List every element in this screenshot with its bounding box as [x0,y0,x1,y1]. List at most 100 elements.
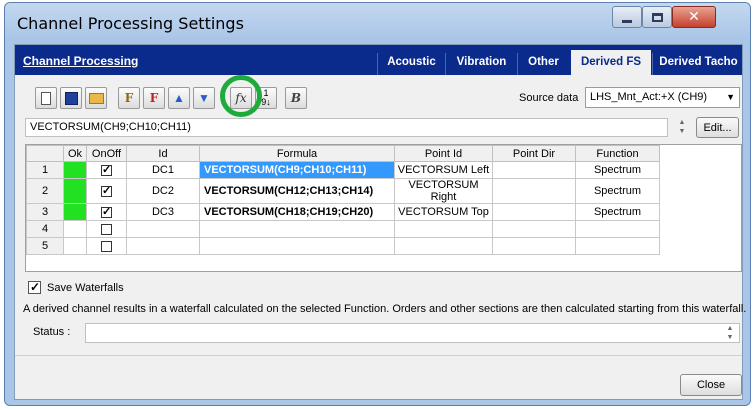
formula-input[interactable]: VECTORSUM(CH9;CH10;CH11) [25,118,668,137]
bold-b-icon: B [290,91,302,105]
point-id-cell[interactable] [394,220,493,238]
formula-spinner[interactable]: ▲ ▼ [675,118,689,137]
save-waterfalls-label[interactable]: Save Waterfalls [47,282,124,294]
point-id-cell[interactable]: VECTORSUM Left [394,161,493,179]
formula-cell[interactable]: VECTORSUM(CH9;CH10;CH11) [199,161,395,179]
id-cell[interactable] [126,220,200,238]
onoff-checkbox[interactable] [101,205,112,218]
table-row[interactable]: 1 DC1 VECTORSUM(CH9;CH10;CH11) VECTORSUM… [26,161,660,179]
id-cell[interactable] [126,237,200,255]
table-row[interactable]: 3 DC3 VECTORSUM(CH18;CH19;CH20) VECTORSU… [26,203,660,221]
row-number[interactable]: 2 [26,178,64,204]
onoff-checkbox[interactable] [101,184,112,197]
ok-indicator [63,237,87,255]
column-header-id[interactable]: Id [126,145,200,162]
save-icon [64,91,78,105]
formula-cell[interactable] [199,220,395,238]
onoff-checkbox[interactable] [101,163,112,176]
point-dir-cell[interactable] [492,161,576,179]
tab-other[interactable]: Other [517,53,569,75]
add-formula-button[interactable]: F [118,87,140,109]
point-dir-cell[interactable] [492,178,576,204]
scroll-up-icon[interactable]: ▲ [727,325,734,332]
window-close-button[interactable]: ✕ [672,6,716,28]
onoff-cell[interactable] [86,178,127,204]
delete-formula-button[interactable]: F [143,87,165,109]
function-cell[interactable] [575,237,660,255]
spin-down-icon[interactable]: ▼ [679,128,686,135]
ok-indicator [63,178,87,204]
info-text: A derived channel results in a waterfall… [23,303,747,315]
row-number[interactable]: 1 [26,161,64,179]
open-button[interactable] [85,87,107,109]
new-button[interactable] [35,87,57,109]
onoff-cell[interactable] [86,161,127,179]
move-down-button[interactable]: ▼ [193,87,215,109]
function-cell[interactable]: Spectrum [575,161,660,179]
edit-formula-button[interactable]: Edit... [696,117,739,138]
table-row[interactable]: 4 [26,220,660,238]
scroll-down-icon[interactable]: ▼ [727,334,734,341]
point-dir-cell[interactable] [492,203,576,221]
bold-button[interactable]: B [285,87,307,109]
footer-divider [15,355,742,356]
id-cell[interactable]: DC2 [126,178,200,204]
onoff-cell[interactable] [86,203,127,221]
point-id-cell[interactable] [394,237,493,255]
id-cell[interactable]: DC3 [126,203,200,221]
minimize-icon [622,19,632,23]
row-number[interactable]: 3 [26,203,64,221]
dropdown-arrow-icon: ▼ [726,92,735,102]
function-cell[interactable] [575,220,660,238]
section-title[interactable]: Channel Processing [23,54,138,68]
delete-formula-icon: F [149,91,159,105]
point-id-cell[interactable]: VECTORSUM Top [394,203,493,221]
tab-derived-tacho[interactable]: Derived Tacho [652,53,744,75]
table-row[interactable]: 2 DC2 VECTORSUM(CH12;CH13;CH14) VECTORSU… [26,178,660,204]
function-cell[interactable]: Spectrum [575,203,660,221]
onoff-cell[interactable] [86,237,127,255]
minimize-button[interactable] [612,6,642,28]
source-data-value: LHS_Mnt_Act:+X (CH9) [590,91,708,103]
point-dir-cell[interactable] [492,237,576,255]
point-id-cell[interactable]: VECTORSUM Right [394,178,493,204]
column-header-point-dir[interactable]: Point Dir [492,145,576,162]
ok-indicator [63,161,87,179]
source-data-select[interactable]: LHS_Mnt_Act:+X (CH9) ▼ [585,87,740,108]
formula-cell[interactable]: VECTORSUM(CH18;CH19;CH20) [199,203,395,221]
tab-derived-fs[interactable]: Derived FS [571,50,651,75]
row-number[interactable]: 4 [26,220,64,238]
save-waterfalls-checkbox[interactable] [28,280,41,294]
onoff-checkbox[interactable] [101,223,112,235]
formula-cell[interactable]: VECTORSUM(CH12;CH13;CH14) [199,178,395,204]
tab-vibration[interactable]: Vibration [445,53,517,75]
table-header-row: Ok OnOff Id Formula Point Id Point Dir F… [26,145,660,162]
window-title: Channel Processing Settings [17,14,244,33]
onoff-cell[interactable] [86,220,127,238]
onoff-checkbox[interactable] [101,240,112,252]
column-header-formula[interactable]: Formula [199,145,395,162]
column-header-rownum [26,145,64,162]
column-header-onoff[interactable]: OnOff [86,145,127,162]
maximize-button[interactable] [642,6,672,28]
status-field[interactable] [85,323,740,343]
add-formula-icon: F [124,91,134,105]
point-dir-cell[interactable] [492,220,576,238]
close-button[interactable]: Close [680,374,742,396]
tab-acoustic[interactable]: Acoustic [377,53,445,75]
save-button[interactable] [60,87,82,109]
table-row[interactable]: 5 [26,237,660,255]
status-scroll[interactable]: ▲ ▼ [723,324,737,343]
id-cell[interactable]: DC1 [126,161,200,179]
title-bar[interactable]: Channel Processing Settings ✕ [5,3,750,41]
row-number[interactable]: 5 [26,237,64,255]
maximize-icon [651,12,663,22]
column-header-point-id[interactable]: Point Id [394,145,493,162]
new-document-icon [41,91,51,105]
function-cell[interactable]: Spectrum [575,178,660,204]
column-header-function[interactable]: Function [575,145,660,162]
move-up-button[interactable]: ▲ [168,87,190,109]
column-header-ok[interactable]: Ok [63,145,87,162]
formula-cell[interactable] [199,237,395,255]
spin-up-icon[interactable]: ▲ [679,119,686,126]
